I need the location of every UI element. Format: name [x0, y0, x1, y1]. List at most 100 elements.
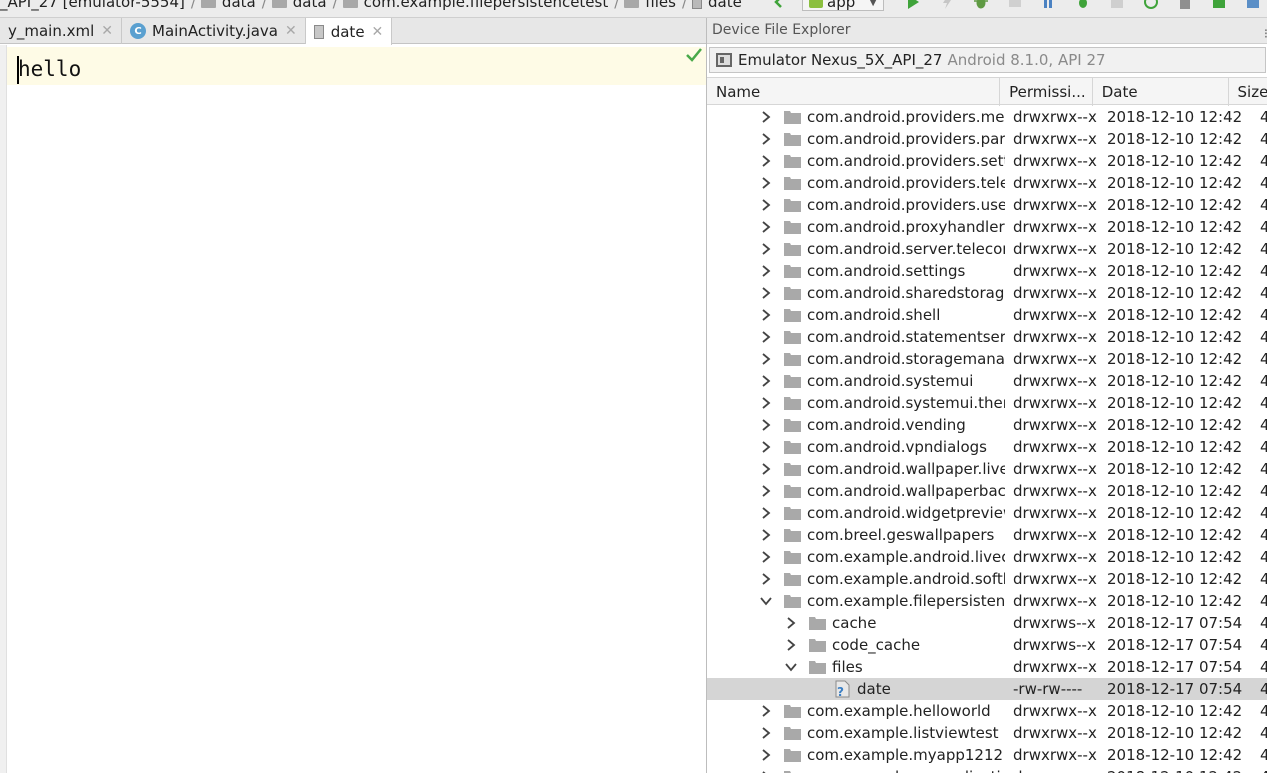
chevron-right-icon[interactable] [760, 441, 772, 453]
breadcrumb-separator: / [681, 0, 688, 11]
breadcrumb-item[interactable]: / files [608, 0, 676, 11]
attach-debugger-icon[interactable] [1038, 0, 1060, 10]
file-date: 2018-12-10 12:42 [1107, 196, 1243, 214]
chevron-right-icon[interactable] [760, 155, 772, 167]
file-date: 2018-12-10 12:42 [1107, 460, 1243, 478]
folder-row[interactable]: com.android.widgetpreview drwxrwx--x 2018-… [707, 502, 1267, 524]
chevron-right-icon[interactable] [760, 727, 772, 739]
editor-content[interactable]: hello [18, 56, 81, 82]
folder-row[interactable]: com.android.providers.userdictionary drwx… [707, 194, 1267, 216]
chevron-right-icon[interactable] [760, 573, 772, 585]
chevron-down-icon[interactable] [760, 595, 772, 607]
folder-row[interactable]: code_cache drwxrws--x 2018-12-17 07:54 4 [707, 634, 1267, 656]
folder-row[interactable]: com.android.wallpaperbackup drwxrwx--x 201… [707, 480, 1267, 502]
profile-icon[interactable] [1004, 0, 1026, 10]
file-permissions: drwxrwx--x [1013, 108, 1097, 126]
device-select[interactable]: Emulator Nexus_5X_API_27 Android 8.1.0, … [709, 47, 1266, 73]
run-icon[interactable] [902, 0, 924, 10]
folder-row[interactable]: com.android.providers.telephony drwxrwx--… [707, 172, 1267, 194]
chevron-right-icon[interactable] [760, 705, 772, 717]
folder-row[interactable]: com.android.vending drwxrwx--x 2018-12-10 … [707, 414, 1267, 436]
folder-row[interactable]: com.android.storagemanager drwxrwx--x 2018… [707, 348, 1267, 370]
folder-row[interactable]: com.android.statementservice drwxrwx--x 20… [707, 326, 1267, 348]
chevron-right-icon[interactable] [760, 265, 772, 277]
folder-row[interactable]: com.example.myapplication drwxrwx--x 2018-… [707, 766, 1267, 773]
chevron-right-icon[interactable] [760, 111, 772, 123]
chevron-right-icon[interactable] [760, 221, 772, 233]
run-configuration-select[interactable]: app ▼ [802, 0, 884, 11]
folder-row[interactable]: com.android.providers.settings drwxrwx--x… [707, 150, 1267, 172]
breadcrumb-item[interactable]: / data [256, 0, 327, 11]
close-icon[interactable]: ✕ [285, 23, 297, 39]
chevron-right-icon[interactable] [760, 177, 772, 189]
folder-icon [784, 133, 801, 146]
folder-row[interactable]: com.example.android.softkeyboard drwxrwx-… [707, 568, 1267, 590]
folder-row[interactable]: com.android.systemui drwxrwx--x 2018-12-10… [707, 370, 1267, 392]
folder-row[interactable]: com.example.filepersistencetest drwxrwx--… [707, 590, 1267, 612]
chevron-right-icon[interactable] [760, 485, 772, 497]
chevron-right-icon[interactable] [760, 309, 772, 321]
editor-tab[interactable]: C MainActivity.java ✕ [122, 18, 306, 44]
folder-row[interactable]: com.android.server.telecom drwxrwx--x 2018… [707, 238, 1267, 260]
sdk-manager-icon[interactable] [1208, 0, 1230, 10]
folder-icon [784, 507, 801, 520]
breadcrumb-item[interactable]: / data [185, 0, 256, 11]
folder-row[interactable]: com.android.proxyhandler drwxrwx--x 2018-1… [707, 216, 1267, 238]
chevron-right-icon[interactable] [760, 397, 772, 409]
column-header-permissions[interactable]: Permissi... [1000, 78, 1093, 106]
sync-gradle-icon[interactable] [1140, 0, 1162, 10]
chevron-right-icon[interactable] [760, 199, 772, 211]
folder-row[interactable]: com.android.settings drwxrwx--x 2018-12-10… [707, 260, 1267, 282]
folder-row[interactable]: com.example.listviewtest drwxrwx--x 2018-1… [707, 722, 1267, 744]
folder-row[interactable]: com.breel.geswallpapers drwxrwx--x 2018-12… [707, 524, 1267, 546]
chevron-right-icon[interactable] [760, 529, 772, 541]
stop-icon[interactable] [1106, 0, 1128, 10]
chevron-right-icon[interactable] [760, 287, 772, 299]
chevron-right-icon[interactable] [760, 243, 772, 255]
editor-tab[interactable]: y_main.xml ✕ [0, 18, 123, 44]
folder-row[interactable]: com.android.providers.partnerbookmarks dr… [707, 128, 1267, 150]
breadcrumb-item[interactable]: _API_27 [emulator-5554] [0, 0, 185, 11]
folder-row[interactable]: com.android.sharedstoragebackup drwxrwx--… [707, 282, 1267, 304]
folder-row[interactable]: com.example.helloworld drwxrwx--x 2018-12-… [707, 700, 1267, 722]
column-header-size[interactable]: Size [1229, 78, 1267, 106]
folder-row[interactable]: com.example.android.livecubes drwxrwx--x 2… [707, 546, 1267, 568]
column-header-date[interactable]: Date [1093, 78, 1229, 106]
folder-row[interactable]: com.android.vpndialogs drwxrwx--x 2018-12-… [707, 436, 1267, 458]
file-size: 4 [1260, 436, 1267, 458]
debug-icon[interactable] [970, 0, 992, 10]
breadcrumb-item[interactable]: / com.example.filepersistencetest [327, 0, 608, 11]
chevron-right-icon[interactable] [760, 133, 772, 145]
folder-row[interactable]: com.android.systemui.theme drwxrwx--x 2018… [707, 392, 1267, 414]
bug-attach-icon[interactable] [1072, 0, 1094, 10]
close-icon[interactable]: ✕ [101, 23, 113, 39]
chevron-down-icon[interactable] [785, 661, 797, 673]
chevron-right-icon[interactable] [760, 331, 772, 343]
folder-row[interactable]: com.example.myapp1212 drwxrwx--x 2018-12-1… [707, 744, 1267, 766]
chevron-right-icon[interactable] [785, 639, 797, 651]
chevron-right-icon[interactable] [760, 353, 772, 365]
chevron-right-icon[interactable] [760, 551, 772, 563]
back-arrow-icon[interactable] [768, 0, 790, 10]
breadcrumb-item[interactable]: / date [676, 0, 742, 11]
folder-row[interactable]: com.android.wallpaper.livepicker drwxrwx-… [707, 458, 1267, 480]
chevron-right-icon[interactable] [785, 617, 797, 629]
folder-row[interactable]: files drwxrwx--x 2018-12-17 07:54 4 [707, 656, 1267, 678]
chevron-right-icon[interactable] [760, 507, 772, 519]
folder-row[interactable]: cache drwxrws--x 2018-12-17 07:54 4 [707, 612, 1267, 634]
editor-tab[interactable]: date ✕ [305, 18, 393, 45]
close-icon[interactable]: ✕ [372, 24, 384, 40]
svg-text:?: ? [837, 685, 844, 698]
column-header-name[interactable]: Name [707, 78, 1001, 106]
apply-changes-icon[interactable] [936, 0, 958, 10]
avd-manager-icon[interactable] [1174, 0, 1196, 10]
chevron-right-icon[interactable] [760, 375, 772, 387]
file-size: 4 [1260, 656, 1267, 678]
project-structure-icon[interactable] [1242, 0, 1264, 10]
folder-row[interactable]: com.android.shell drwxrwx--x 2018-12-10 12… [707, 304, 1267, 326]
chevron-right-icon[interactable] [760, 749, 772, 761]
file-row[interactable]: ? date -rw-rw---- 2018-12-17 07:54 4 [707, 678, 1267, 700]
chevron-right-icon[interactable] [760, 419, 772, 431]
folder-row[interactable]: com.android.providers.media drwxrwx--x 201… [707, 106, 1267, 128]
chevron-right-icon[interactable] [760, 463, 772, 475]
